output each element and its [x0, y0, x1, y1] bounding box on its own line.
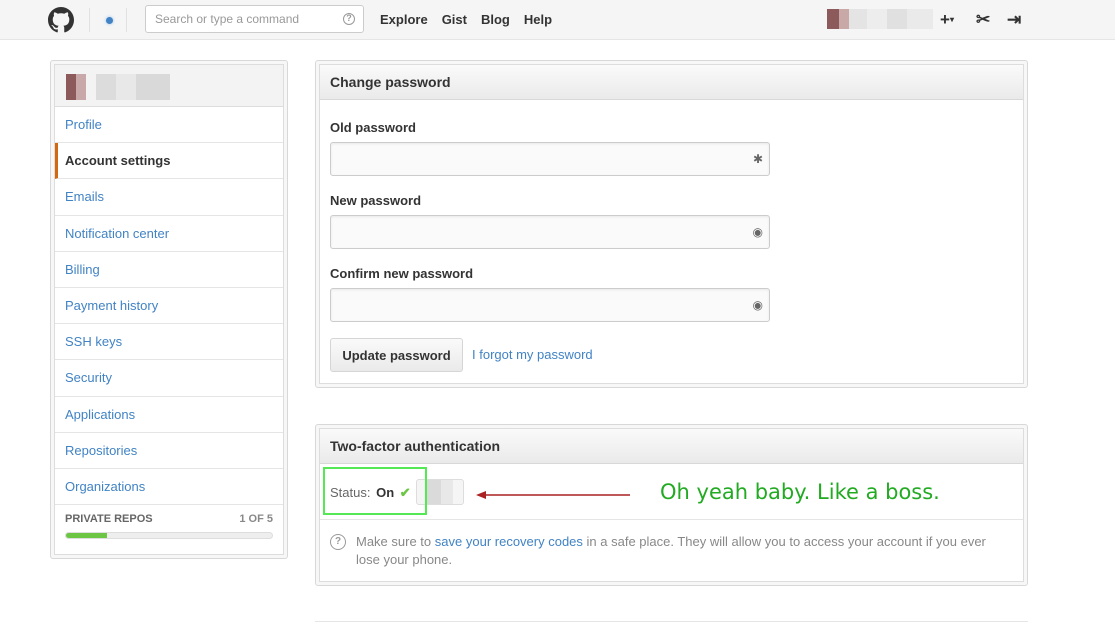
private-repos-label: PRIVATE REPOS	[65, 513, 153, 526]
top-nav: Explore Gist Blog Help	[380, 12, 566, 27]
note-text-before: Make sure to	[356, 534, 432, 549]
two-factor-title: Two-factor authentication	[320, 429, 1023, 464]
top-header: ? Explore Gist Blog Help +▾ ✂ ⇥	[0, 0, 1115, 40]
confirm-password-input[interactable]	[331, 289, 769, 321]
update-password-button[interactable]: Update password	[330, 338, 463, 372]
blurred-avatar	[66, 74, 170, 100]
question-icon: ?	[330, 534, 346, 550]
nav-explore[interactable]: Explore	[380, 12, 428, 27]
private-repos: PRIVATE REPOS 1 OF 5	[55, 505, 283, 525]
nav-help[interactable]: Help	[524, 12, 552, 27]
status-highlight-box	[323, 467, 427, 515]
search-input[interactable]	[146, 6, 331, 32]
sidebar-item-ssh-keys[interactable]: SSH keys	[55, 324, 283, 361]
sidebar-user-header	[55, 65, 283, 107]
notifications-indicator-icon[interactable]	[89, 8, 127, 32]
create-new-icon[interactable]: +▾	[940, 10, 954, 30]
github-logo-icon[interactable]	[48, 7, 74, 33]
password-generator-icon[interactable]: ◉	[753, 226, 763, 238]
annotation-text: Oh yeah baby. Like a boss.	[660, 480, 940, 504]
annotation-arrow-icon	[476, 491, 630, 499]
sidebar-item-account-settings[interactable]: Account settings	[55, 143, 283, 180]
sign-out-icon[interactable]: ⇥	[1007, 10, 1021, 30]
confirm-password-label: Confirm new password	[330, 266, 474, 281]
tools-icon[interactable]: ✂	[976, 10, 990, 30]
old-password-input[interactable]	[331, 143, 769, 175]
sidebar-item-applications[interactable]: Applications	[55, 397, 283, 433]
command-search: ?	[145, 5, 364, 33]
divider	[320, 519, 1023, 520]
new-password-input[interactable]	[331, 216, 769, 248]
sidebar-item-repositories[interactable]: Repositories	[55, 433, 283, 469]
private-repos-progress	[65, 532, 273, 540]
sidebar-item-payment-history[interactable]: Payment history	[55, 288, 283, 325]
blurred-username[interactable]	[827, 9, 933, 29]
password-generator-icon[interactable]: ◉	[753, 299, 763, 311]
nav-blog[interactable]: Blog	[481, 12, 510, 27]
sidebar-item-emails[interactable]: Emails	[55, 179, 283, 216]
change-password-title: Change password	[320, 65, 1023, 100]
change-password-box: Change password Old password ✱ New passw…	[315, 60, 1028, 388]
private-repos-count: 1 OF 5	[239, 513, 273, 526]
forgot-password-link[interactable]: I forgot my password	[472, 347, 593, 362]
sidebar-item-billing[interactable]: Billing	[55, 252, 283, 288]
private-repos-progress-fill	[66, 533, 108, 539]
sidebar-item-profile[interactable]: Profile	[55, 107, 283, 144]
page-bottom-divider	[315, 621, 1028, 622]
password-manager-icon[interactable]: ✱	[753, 153, 763, 165]
recovery-codes-link[interactable]: save your recovery codes	[435, 534, 583, 549]
search-help-icon[interactable]: ?	[343, 13, 355, 25]
old-password-field: ✱	[330, 142, 770, 176]
confirm-password-field: ◉	[330, 288, 770, 322]
old-password-label: Old password	[330, 120, 416, 135]
new-password-field: ◉	[330, 215, 770, 249]
sidebar-item-security[interactable]: Security	[55, 360, 283, 397]
recovery-note: ? Make sure to save your recovery codes …	[330, 533, 1010, 569]
new-password-label: New password	[330, 193, 422, 208]
settings-sidebar: Profile Account settings Emails Notifica…	[50, 60, 288, 559]
nav-gist[interactable]: Gist	[442, 12, 467, 27]
sidebar-item-organizations[interactable]: Organizations	[55, 469, 283, 506]
sidebar-item-notification-center[interactable]: Notification center	[55, 216, 283, 252]
